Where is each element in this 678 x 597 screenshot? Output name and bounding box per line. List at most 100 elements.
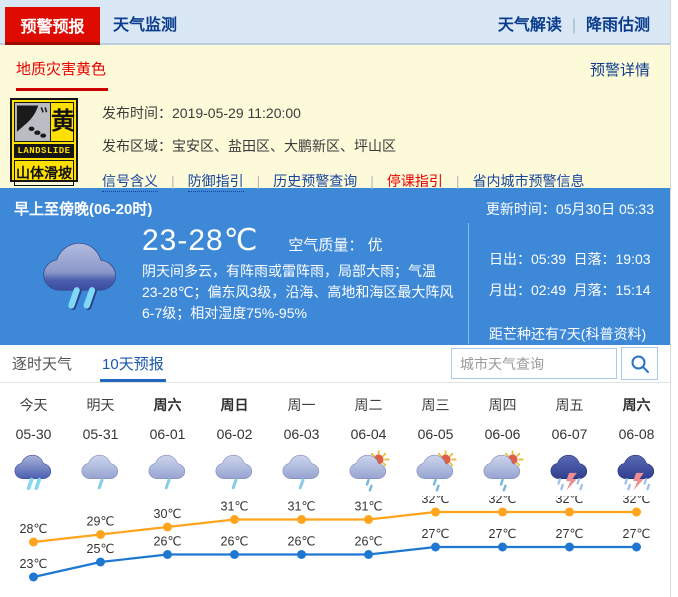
page-content: 预警预报 天气监测 天气解读 | 降雨估测 地质灾害黄色 预警详情 bbox=[0, 0, 671, 597]
weather-description: 阴天间多云，有阵雨或雷阵雨，局部大雨；气温23-28℃；偏东风3级，沿海、高地和… bbox=[142, 261, 454, 324]
forecast-column-06-03: 周一 06-03 bbox=[268, 395, 335, 496]
nav-link-rainfall-estimate[interactable]: 降雨估测 bbox=[586, 17, 650, 34]
warning-info: 发布时间：2019-05-29 11:20:00 发布区域：宝安区、盐田区、大鹏… bbox=[102, 98, 585, 191]
warning-link-class-suspension-guide[interactable]: 停课指引 bbox=[387, 173, 443, 189]
svg-text:32℃: 32℃ bbox=[489, 496, 517, 506]
warning-section: 地质灾害黄色 预警详情 bbox=[0, 45, 670, 188]
svg-text:27℃: 27℃ bbox=[623, 527, 651, 541]
day-date: 06-02 bbox=[201, 426, 268, 442]
air-quality: 空气质量： 优 bbox=[288, 234, 382, 255]
day-date: 06-03 bbox=[268, 426, 335, 442]
forecast-period-title: 早上至傍晚(06-20时) bbox=[14, 198, 152, 219]
search-icon bbox=[630, 354, 650, 374]
landslide-sign-top: 黄 bbox=[14, 102, 74, 142]
warning-level-char: 黄 bbox=[51, 103, 75, 141]
panel-body-row: 23-28℃ 空气质量： 优 阴天间多云，有阵雨或雷阵雨，局部大雨；气温23-2… bbox=[14, 223, 654, 344]
svg-text:25℃: 25℃ bbox=[87, 542, 115, 556]
day-name: 周四 bbox=[469, 395, 536, 415]
tab-ten-day-forecast[interactable]: 10天预报 bbox=[100, 345, 166, 382]
forecast-column-06-05: 周三06-05 bbox=[402, 395, 469, 496]
day-name: 明天 bbox=[67, 395, 134, 415]
forecast-column-06-08: 周六 06-08 bbox=[603, 395, 670, 496]
svg-text:28℃: 28℃ bbox=[20, 522, 48, 536]
weather-icon-rain-light bbox=[201, 449, 268, 496]
forecast-column-06-02: 周日 06-02 bbox=[201, 395, 268, 496]
forecast-column-06-06: 周四 06-06 bbox=[469, 395, 536, 496]
warning-detail-link[interactable]: 预警详情 bbox=[590, 59, 650, 80]
nav-link-weather-interpretation[interactable]: 天气解读 bbox=[498, 17, 562, 34]
sun-moon-item-3: 月落：15:14 bbox=[574, 280, 655, 300]
weather-icon-rain-light bbox=[67, 449, 134, 496]
forecast-column-05-30: 今天 05-30 bbox=[0, 395, 67, 496]
city-search-input[interactable] bbox=[451, 348, 617, 379]
day-columns: 今天05-30 明天05-31 周六06-01 周日06-02 周一06-03 … bbox=[0, 395, 670, 496]
day-name: 今天 bbox=[0, 395, 67, 415]
svg-text:27℃: 27℃ bbox=[556, 527, 584, 541]
day-name: 周日 bbox=[201, 395, 268, 415]
svg-text:32℃: 32℃ bbox=[623, 496, 651, 506]
tab-hourly-weather[interactable]: 逐时天气 bbox=[10, 345, 74, 382]
landslide-pictogram-icon bbox=[15, 103, 51, 141]
warning-sign-en-label: LANDSLIDE bbox=[14, 144, 74, 158]
publish-area-label: 发布区域： bbox=[102, 138, 172, 154]
svg-text:31℃: 31℃ bbox=[221, 500, 249, 514]
svg-text:30℃: 30℃ bbox=[154, 507, 182, 521]
sun-moon-block: 日出：05:39日落：19:03月出：02:49月落：15:14 距芒种还有7天… bbox=[468, 223, 654, 344]
day-name: 周一 bbox=[268, 395, 335, 415]
sun-moon-item-2: 月出：02:49 bbox=[489, 280, 570, 300]
weather-icon-thunderstorm bbox=[603, 449, 670, 496]
publish-time-row: 发布时间：2019-05-29 11:20:00 bbox=[102, 103, 585, 123]
weather-icon-rain-light bbox=[134, 449, 201, 496]
weather-icon-rain-heavy bbox=[0, 449, 67, 496]
weather-icon-sun-shower bbox=[469, 449, 536, 496]
warning-bar: 地质灾害黄色 预警详情 bbox=[0, 45, 670, 88]
day-name: 周六 bbox=[603, 395, 670, 415]
weather-page: 预警预报 天气监测 天气解读 | 降雨估测 地质灾害黄色 预警详情 bbox=[0, 0, 678, 597]
day-date: 06-06 bbox=[469, 426, 536, 442]
search-button[interactable] bbox=[621, 347, 658, 380]
nav-tab-weather-monitor[interactable]: 天气监测 bbox=[113, 11, 177, 35]
svg-text:27℃: 27℃ bbox=[489, 527, 517, 541]
weather-icon-sun-shower bbox=[335, 449, 402, 496]
warning-link-province-city-warnings[interactable]: 省内城市预警信息 bbox=[473, 173, 585, 189]
warning-body: 黄 LANDSLIDE 山体滑坡 发布时间：2019-05-29 11:20:0… bbox=[0, 88, 670, 191]
warning-type-title[interactable]: 地质灾害黄色 bbox=[16, 58, 108, 91]
publish-time-label: 发布时间： bbox=[102, 105, 172, 121]
nav-link-separator: | bbox=[572, 17, 576, 34]
warning-link-defense-guide[interactable]: 防御指引 bbox=[188, 173, 244, 192]
panel-header-row: 早上至傍晚(06-20时) 更新时间：05月30日 05:33 bbox=[14, 198, 654, 219]
current-weather-panel: 早上至傍晚(06-20时) 更新时间：05月30日 05:33 23-28℃ 空… bbox=[0, 188, 670, 345]
day-date: 05-31 bbox=[67, 426, 134, 442]
svg-text:31℃: 31℃ bbox=[288, 500, 316, 514]
warning-link-separator: | bbox=[370, 173, 374, 189]
top-nav: 预警预报 天气监测 天气解读 | 降雨估测 bbox=[0, 0, 670, 45]
forecast-column-05-31: 明天 05-31 bbox=[67, 395, 134, 496]
warning-links-row: 信号含义|防御指引|历史预警查询|停课指引|省内城市预警信息 bbox=[102, 171, 585, 191]
forecast-column-06-04: 周二06-04 bbox=[335, 395, 402, 496]
svg-text:26℃: 26℃ bbox=[154, 535, 182, 549]
day-date: 05-30 bbox=[0, 426, 67, 442]
temperature-block: 23-28℃ 空气质量： 优 阴天间多云，有阵雨或雷阵雨，局部大雨；气温23-2… bbox=[142, 223, 454, 344]
svg-text:32℃: 32℃ bbox=[556, 496, 584, 506]
day-date: 06-05 bbox=[402, 426, 469, 442]
svg-text:29℃: 29℃ bbox=[87, 515, 115, 529]
day-date: 06-07 bbox=[536, 426, 603, 442]
warning-link-history-warning-query[interactable]: 历史预警查询 bbox=[273, 173, 357, 189]
svg-text:27℃: 27℃ bbox=[422, 527, 450, 541]
warning-link-signal-meaning[interactable]: 信号含义 bbox=[102, 173, 158, 192]
svg-text:23℃: 23℃ bbox=[20, 557, 48, 571]
ten-day-forecast: 今天05-30 明天05-31 周六06-01 周日06-02 周一06-03 … bbox=[0, 383, 670, 597]
ten-day-temperature-chart: 28℃29℃30℃31℃31℃31℃32℃32℃32℃32℃23℃25℃26℃2… bbox=[0, 496, 670, 597]
day-name: 周六 bbox=[134, 395, 201, 415]
day-date: 06-04 bbox=[335, 426, 402, 442]
current-weather-rain-icon bbox=[36, 229, 128, 344]
temperature-range: 23-28℃ bbox=[142, 223, 258, 258]
weather-icon-sun-shower bbox=[402, 449, 469, 496]
publish-area-row: 发布区域：宝安区、盐田区、大鹏新区、坪山区 bbox=[102, 136, 585, 156]
svg-text:26℃: 26℃ bbox=[355, 535, 383, 549]
sun-moon-grid: 日出：05:39日落：19:03月出：02:49月落：15:14 bbox=[489, 249, 654, 300]
warning-link-separator: | bbox=[171, 173, 175, 189]
nav-tab-warning-forecast[interactable]: 预警预报 bbox=[5, 7, 100, 45]
day-date: 06-08 bbox=[603, 426, 670, 442]
weather-icon-rain-light bbox=[268, 449, 335, 496]
